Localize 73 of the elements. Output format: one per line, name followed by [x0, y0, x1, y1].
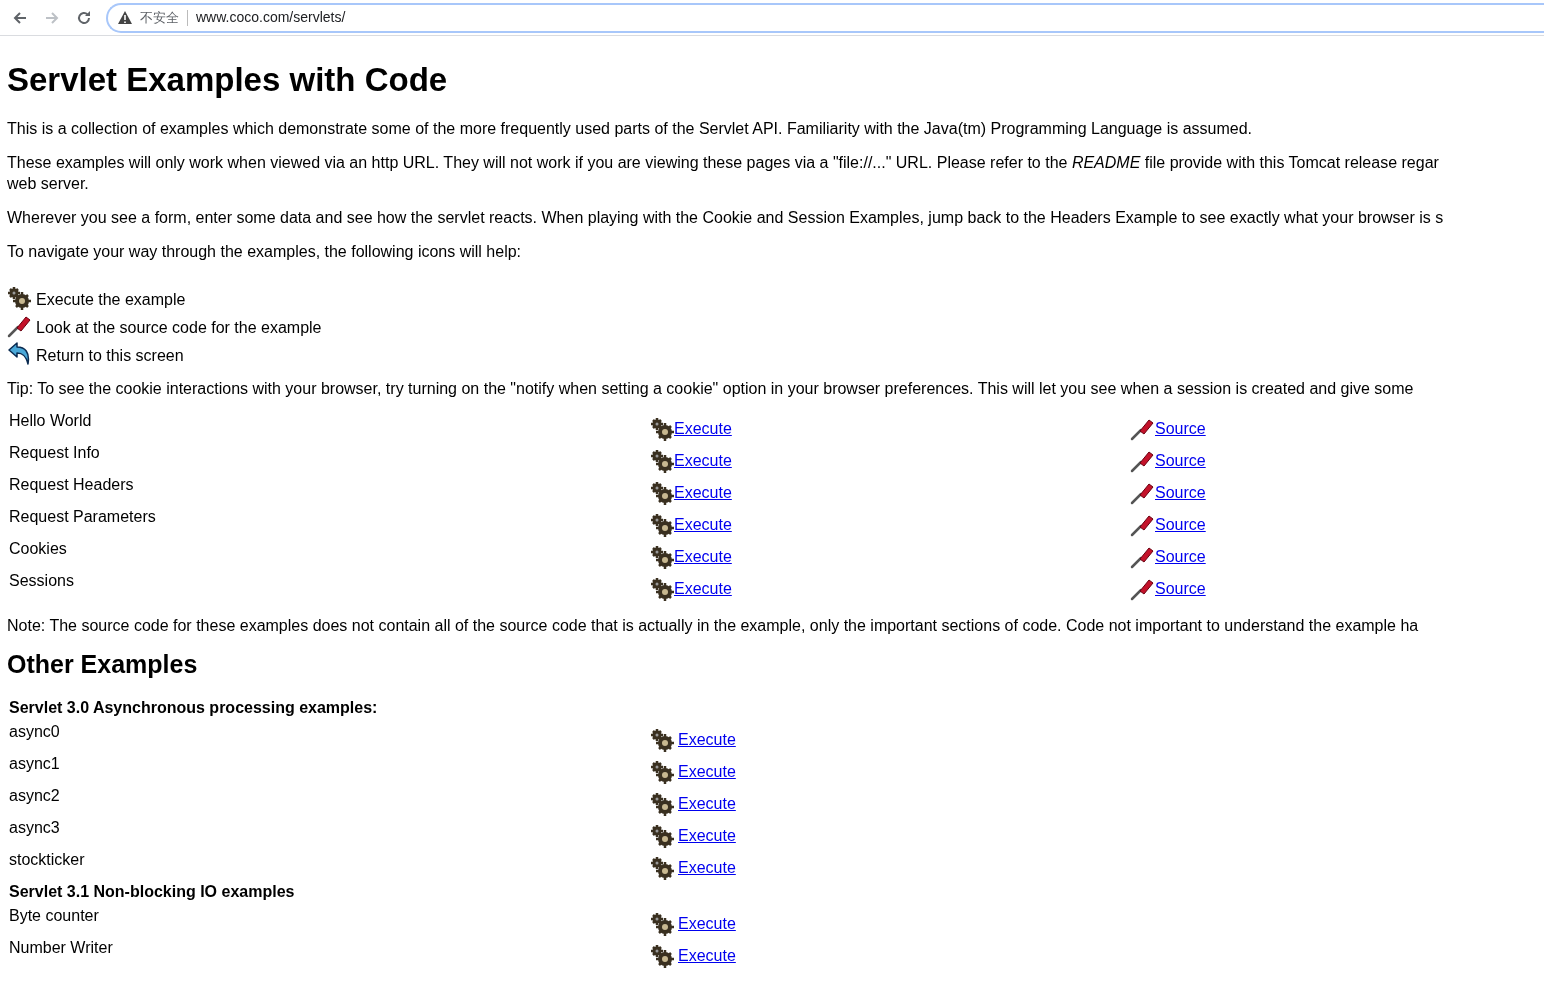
- execute-link[interactable]: Execute: [674, 577, 732, 601]
- example-name: Request Parameters: [9, 507, 157, 527]
- execute-link[interactable]: Execute: [678, 728, 736, 752]
- example-name: async2: [9, 786, 61, 806]
- example-name: Byte counter: [9, 906, 100, 926]
- execute-link[interactable]: Execute: [678, 912, 736, 936]
- gears-icon: [650, 792, 674, 816]
- execute-link[interactable]: Execute: [678, 944, 736, 968]
- execute-link[interactable]: Execute: [678, 792, 736, 816]
- execute-link[interactable]: Execute: [678, 824, 736, 848]
- execute-link[interactable]: Execute: [678, 760, 736, 784]
- tip-text: Tip: To see the cookie interactions with your browser, try turning on the "notify when setting a cookie" option in your browser preferences. This will let you see when a session is created and give some: [7, 379, 1415, 399]
- paragraph: These examples will only work when viewed via an http URL. They will not work if you are viewing these pages via a "file://..." URL. Please refer to the README file provide with this Tomcat release regar web server.: [7, 153, 1440, 194]
- gears-icon: [650, 577, 674, 601]
- example-name: async1: [9, 754, 61, 774]
- reload-icon[interactable]: [76, 9, 92, 26]
- source-link[interactable]: Source: [1155, 577, 1206, 601]
- execute-link[interactable]: Execute: [678, 856, 736, 880]
- gears-icon: [650, 944, 674, 968]
- gears-icon: [650, 760, 674, 784]
- legend-label: Return to this screen: [36, 346, 184, 366]
- return-arrow-icon: [7, 342, 31, 366]
- url-text: www.coco.com/servlets/: [196, 8, 346, 27]
- screwdriver-icon: [1130, 577, 1154, 601]
- execute-link[interactable]: Execute: [674, 449, 732, 473]
- section-title: Other Examples: [7, 649, 199, 680]
- example-name: Sessions: [9, 571, 75, 591]
- gears-icon: [650, 856, 674, 880]
- page-title: Servlet Examples with Code: [7, 60, 449, 100]
- legend-label: Look at the source code for the example: [36, 318, 322, 338]
- paragraph: This is a collection of examples which demonstrate some of the more frequently used parts of the Servlet API. Familiarity with the Java(tm) Programming Language is assumed.: [7, 119, 1253, 139]
- example-name: Cookies: [9, 539, 68, 559]
- example-name: Request Headers: [9, 475, 135, 495]
- execute-link[interactable]: Execute: [674, 513, 732, 537]
- gears-icon: [650, 545, 674, 569]
- warning-icon: [118, 11, 132, 24]
- gears-icon: [650, 728, 674, 752]
- source-link[interactable]: Source: [1155, 417, 1206, 441]
- source-link[interactable]: Source: [1155, 481, 1206, 505]
- gears-icon: [650, 912, 674, 936]
- screwdriver-icon: [1130, 481, 1154, 505]
- group-heading: Servlet 3.0 Asynchronous processing examples:: [9, 698, 379, 718]
- gears-icon: [650, 449, 674, 473]
- gears-icon: [650, 513, 674, 537]
- gears-icon: [650, 481, 674, 505]
- example-name: Number Writer: [9, 938, 114, 958]
- gears-icon: [650, 417, 674, 441]
- screwdriver-icon: [1130, 417, 1154, 441]
- example-name: stockticker: [9, 850, 86, 870]
- example-name: async3: [9, 818, 61, 838]
- screwdriver-icon: [1130, 513, 1154, 537]
- example-name: Hello World: [9, 411, 93, 431]
- paragraph: Wherever you see a form, enter some data and see how the servlet reacts. When playing with the Cookie and Session Examples, jump back to the Headers Example to see exactly what your browser is s: [7, 208, 1445, 228]
- screwdriver-icon: [1130, 545, 1154, 569]
- note-text: Note: The source code for these examples does not contain all of the source code that is actually in the example, only the important sections of code. Code not important to understand the example ha: [7, 616, 1420, 636]
- gears-icon: [7, 286, 31, 310]
- gears-icon: [650, 824, 674, 848]
- screwdriver-icon: [1130, 449, 1154, 473]
- security-label: 不安全: [140, 8, 179, 27]
- address-bar[interactable]: 不安全 www.coco.com/servlets/: [106, 2, 1544, 33]
- example-name: async0: [9, 722, 61, 742]
- execute-link[interactable]: Execute: [674, 545, 732, 569]
- screwdriver-icon: [7, 314, 31, 338]
- paragraph: To navigate your way through the examples, the following icons will help:: [7, 242, 523, 262]
- legend-label: Execute the example: [36, 290, 186, 310]
- execute-link[interactable]: Execute: [674, 417, 732, 441]
- example-name: Request Info: [9, 443, 101, 463]
- execute-link[interactable]: Execute: [674, 481, 732, 505]
- group-heading: Servlet 3.1 Non-blocking IO examples: [9, 882, 296, 902]
- back-icon[interactable]: [12, 9, 28, 26]
- source-link[interactable]: Source: [1155, 513, 1206, 537]
- source-link[interactable]: Source: [1155, 449, 1206, 473]
- source-link[interactable]: Source: [1155, 545, 1206, 569]
